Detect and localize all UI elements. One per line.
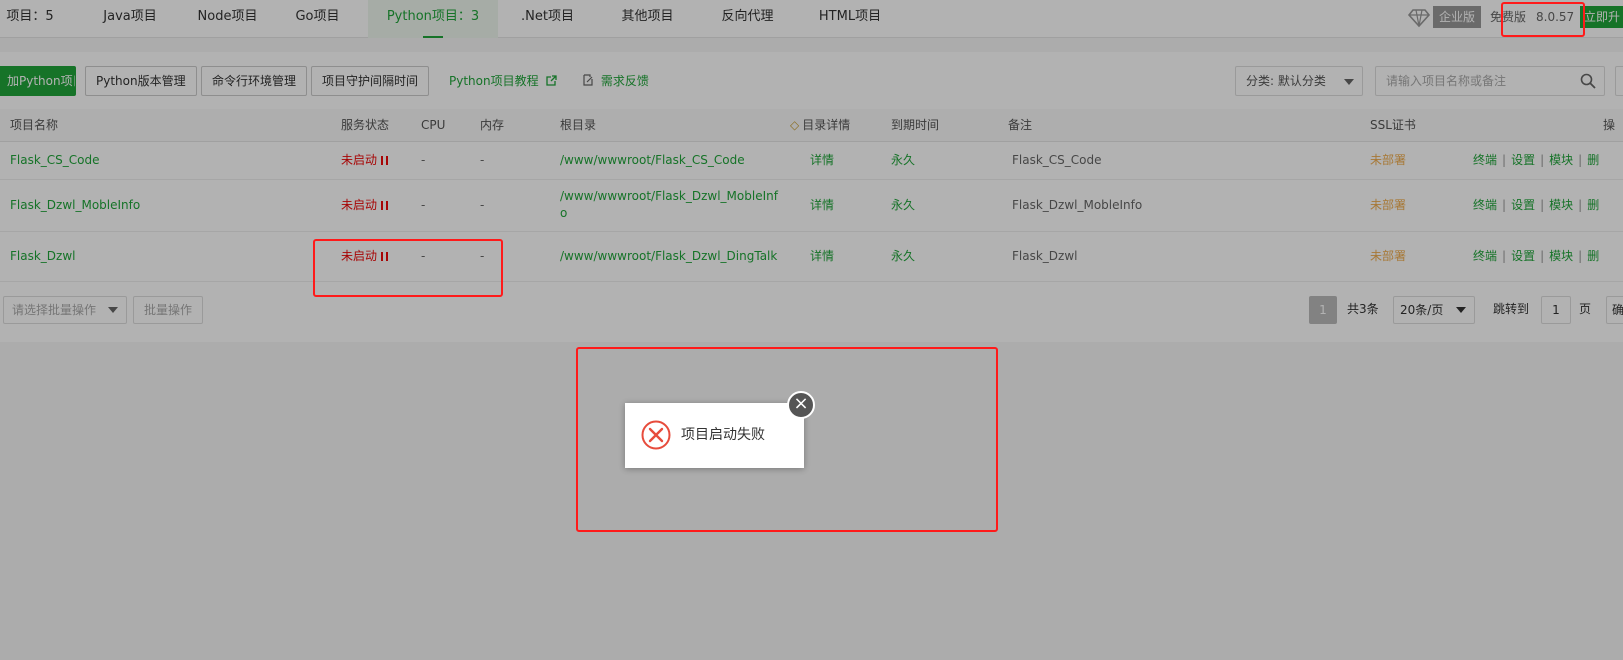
modal-shade (0, 0, 1623, 660)
error-toast: 项目启动失败 (625, 403, 804, 468)
version-highlight-box (1501, 2, 1585, 37)
app-window: 项目：5 Java项目 Node项目 Go项目 Python项目：3 .Net项… (0, 0, 1623, 660)
error-x-icon (641, 420, 671, 450)
toast-message: 项目启动失败 (681, 427, 765, 443)
status-highlight-box (313, 239, 503, 297)
close-icon[interactable]: × (787, 391, 815, 419)
